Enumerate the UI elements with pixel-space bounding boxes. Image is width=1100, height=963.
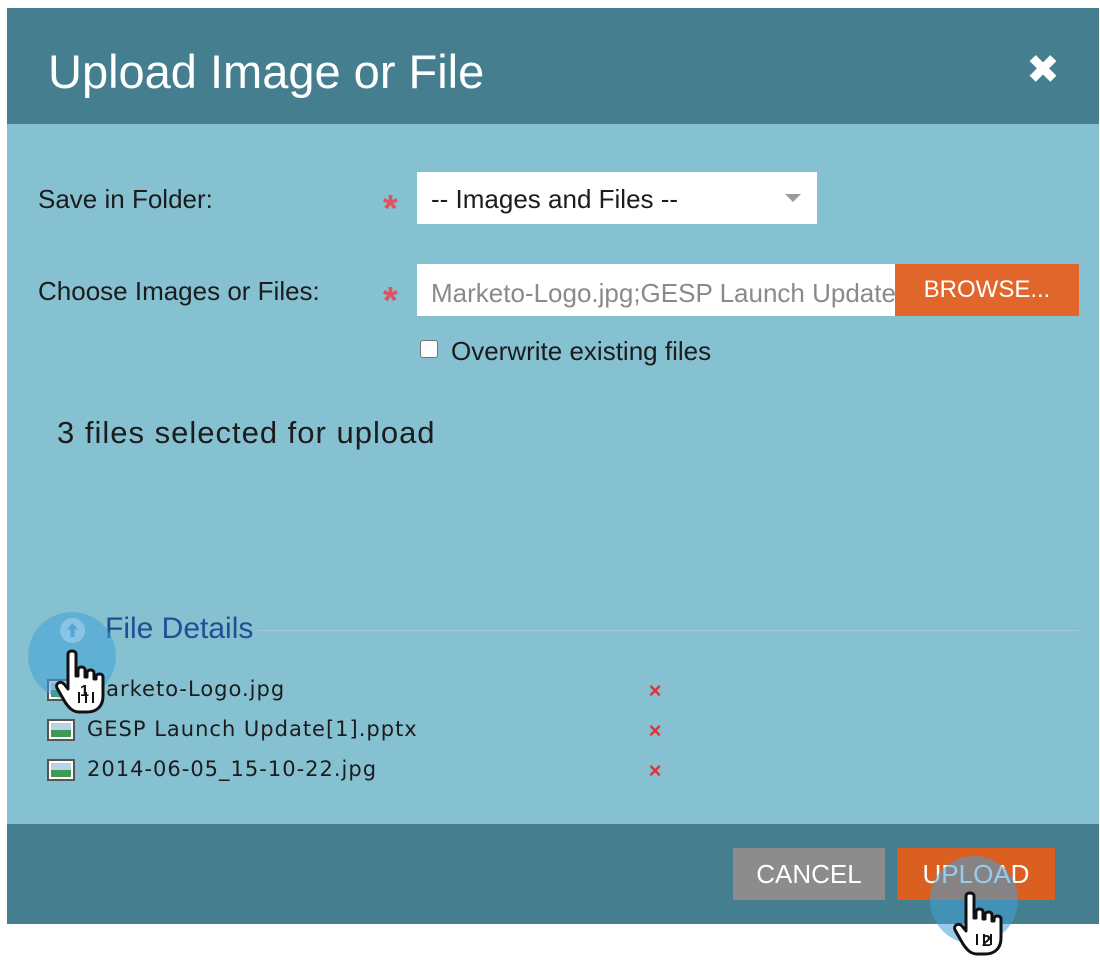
overwrite-label[interactable]: Overwrite existing files bbox=[451, 336, 711, 367]
remove-icon[interactable]: × bbox=[647, 717, 663, 745]
file-name: GESP Launch Update[1].pptx bbox=[87, 717, 418, 741]
file-details-toggle[interactable]: File Details bbox=[105, 612, 253, 646]
browse-button[interactable]: BROWSE... bbox=[895, 264, 1079, 316]
required-marker: * bbox=[383, 188, 398, 230]
divider bbox=[257, 630, 1079, 631]
chevron-down-icon bbox=[785, 194, 801, 202]
image-file-icon bbox=[47, 759, 75, 781]
collapse-arrow-icon[interactable] bbox=[60, 618, 85, 643]
remove-icon[interactable]: × bbox=[647, 757, 663, 785]
file-name: 2014-06-05_15-10-22.jpg bbox=[87, 757, 378, 781]
required-marker: * bbox=[383, 280, 398, 322]
dialog-footer: CANCEL UPLOAD bbox=[7, 824, 1099, 924]
folder-label: Save in Folder: bbox=[38, 184, 213, 214]
cancel-button[interactable]: CANCEL bbox=[733, 848, 885, 900]
file-path-value: Marketo-Logo.jpg;GESP Launch Update[1].p… bbox=[431, 278, 895, 308]
file-name: Marketo-Logo.jpg bbox=[87, 677, 286, 701]
overwrite-checkbox[interactable] bbox=[420, 340, 438, 358]
close-icon[interactable]: ✖ bbox=[1024, 50, 1062, 90]
file-details-header: File Details bbox=[7, 608, 1099, 652]
folder-select-value: -- Images and Files -- bbox=[431, 184, 679, 214]
folder-select[interactable]: -- Images and Files -- bbox=[417, 172, 817, 224]
image-file-icon bbox=[47, 679, 75, 701]
files-selected-status: 3 files selected for upload bbox=[57, 415, 436, 450]
image-file-icon bbox=[47, 719, 75, 741]
dialog-title: Upload Image or File bbox=[48, 45, 485, 98]
files-label: Choose Images or Files: bbox=[38, 276, 320, 306]
dialog-header: Upload Image or File ✖ bbox=[7, 8, 1099, 124]
upload-button[interactable]: UPLOAD bbox=[897, 848, 1055, 900]
step-number: 2 bbox=[982, 933, 991, 950]
file-path-input[interactable]: Marketo-Logo.jpg;GESP Launch Update[1].p… bbox=[417, 264, 895, 316]
upload-dialog: Upload Image or File ✖ Save in Folder: *… bbox=[7, 8, 1099, 924]
remove-icon[interactable]: × bbox=[647, 677, 663, 705]
